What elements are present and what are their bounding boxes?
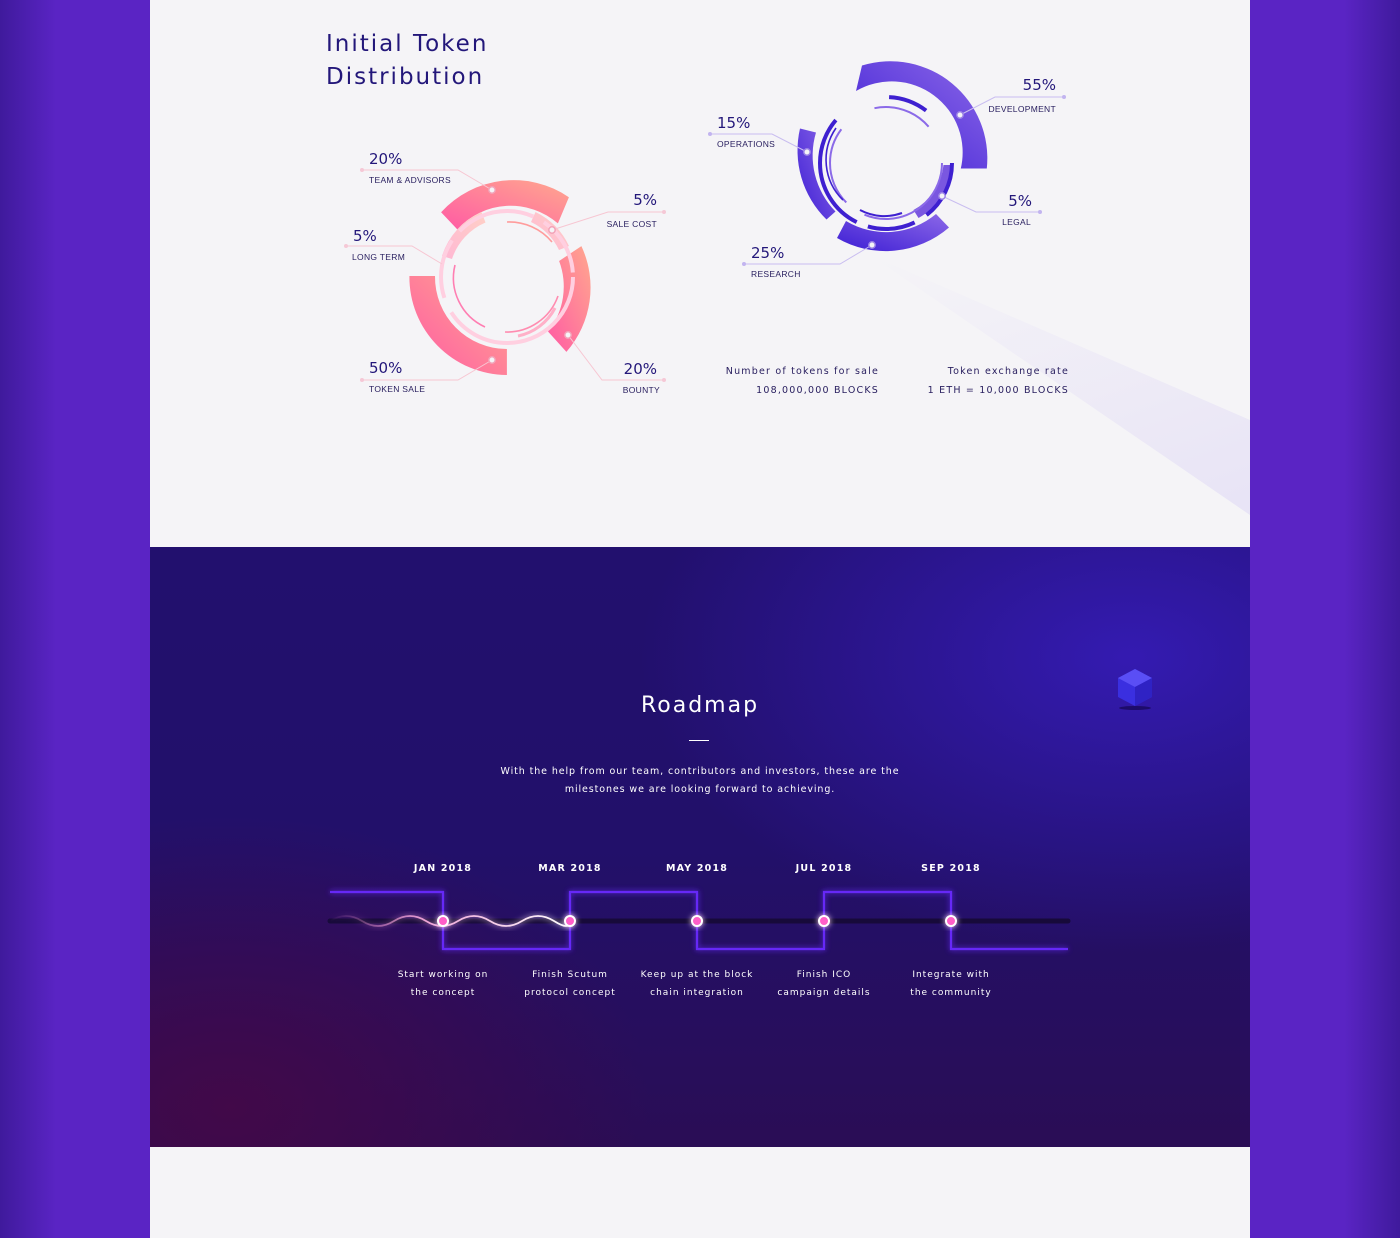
milestone-dot-sep[interactable] (945, 915, 957, 927)
token-distribution-section: Initial Token Distribution 20% TEAM & AD… (150, 0, 1250, 547)
exchange-rate-label: Token exchange rate (947, 366, 1069, 377)
segment-development (856, 61, 988, 169)
token-sale-label: TOKEN SALE (369, 384, 425, 394)
right-inner-ring-2 (829, 106, 943, 220)
milestone-description-line: the community (910, 987, 992, 998)
research-percent: 25% (751, 244, 784, 262)
operations-label: OPERATIONS (717, 139, 775, 149)
milestone-description-line: Start working on (397, 970, 489, 980)
right-donut-chart: 55% DEVELOPMENT 15% OPERATIONS 5% LEGAL … (708, 61, 1066, 279)
milestone-date: SEP 2018 (921, 863, 981, 874)
long-term-label: LONG TERM (352, 252, 405, 262)
milestone-dot-jan[interactable] (437, 915, 449, 927)
roadmap-timeline (327, 890, 1071, 951)
long-term-percent: 5% (353, 227, 377, 245)
team-advisors-label: TEAM & ADVISORS (369, 175, 451, 185)
operations-percent: 15% (717, 114, 750, 132)
milestone-description-line: Finish Scutum (532, 970, 608, 980)
legal-label: LEGAL (1002, 217, 1031, 227)
milestone-dot-jul[interactable] (818, 915, 830, 927)
research-label: RESEARCH (751, 269, 801, 279)
exchange-rate-stat: Token exchange rate 1 ETH = 10,000 BLOCK… (890, 366, 1069, 396)
milestone-description: Keep up at the block chain integration (637, 967, 757, 1002)
tokens-for-sale-value: 108,000,000 BLOCKS (756, 385, 879, 396)
marker-bounty (564, 331, 572, 339)
right-inner-ring (818, 95, 954, 231)
marker-token-sale (488, 356, 496, 364)
milestone-date: MAR 2018 (538, 863, 602, 874)
marker-sale-cost (548, 226, 556, 234)
milestone-date: JAN 2018 (413, 863, 473, 874)
marker-research (868, 241, 876, 249)
tokens-for-sale-label: Number of tokens for sale (725, 366, 879, 377)
team-advisors-percent: 20% (369, 150, 402, 168)
milestone-description: Integrate with the community (891, 967, 1011, 1002)
roadmap-section: Roadmap With the help from our team, con… (150, 547, 1250, 1147)
milestone-date: JUL 2018 (795, 863, 853, 874)
milestone-description-line: chain integration (650, 987, 744, 998)
milestone-dot-may[interactable] (691, 915, 703, 927)
tokens-for-sale-stat: Number of tokens for sale 108,000,000 BL… (690, 366, 879, 396)
milestone-description-line: Finish ICO (796, 970, 852, 980)
milestone-description-line: Integrate with (912, 970, 990, 980)
marker-development (956, 111, 964, 119)
milestone-description: Finish Scutum protocol concept (510, 967, 630, 1002)
page: Initial Token Distribution 20% TEAM & AD… (150, 0, 1250, 1238)
sale-cost-percent: 5% (633, 191, 657, 209)
milestone-description: Finish ICO campaign details (764, 967, 884, 1002)
inner-arc-a (452, 264, 486, 328)
marker-team-advisors (488, 186, 496, 194)
left-donut-chart: 20% TEAM & ADVISORS 5% SALE COST 5% LONG… (344, 150, 666, 395)
development-percent: 55% (1023, 76, 1056, 94)
milestone-description-line: campaign details (777, 987, 871, 998)
bounty-label: BOUNTY (623, 385, 660, 395)
bounty-percent: 20% (624, 360, 657, 378)
milestone-description: Start working on the concept (383, 967, 503, 1002)
development-label: DEVELOPMENT (988, 104, 1056, 114)
milestone-date: MAY 2018 (665, 863, 729, 874)
next-section (150, 1147, 1250, 1238)
marker-legal (938, 192, 946, 200)
milestone-description-line: Keep up at the block (640, 970, 754, 980)
legal-percent: 5% (1008, 192, 1032, 210)
sale-cost-label: SALE COST (607, 219, 657, 229)
milestone-description-line: protocol concept (524, 987, 616, 998)
exchange-rate-value: 1 ETH = 10,000 BLOCKS (927, 385, 1069, 396)
milestone-dot-mar[interactable] (564, 915, 576, 927)
marker-operations (803, 148, 811, 156)
milestone-description-line: the concept (410, 987, 476, 998)
segment-operations (797, 128, 836, 220)
token-sale-percent: 50% (369, 359, 402, 377)
distribution-charts: 20% TEAM & ADVISORS 5% SALE COST 5% LONG… (344, 61, 1066, 395)
